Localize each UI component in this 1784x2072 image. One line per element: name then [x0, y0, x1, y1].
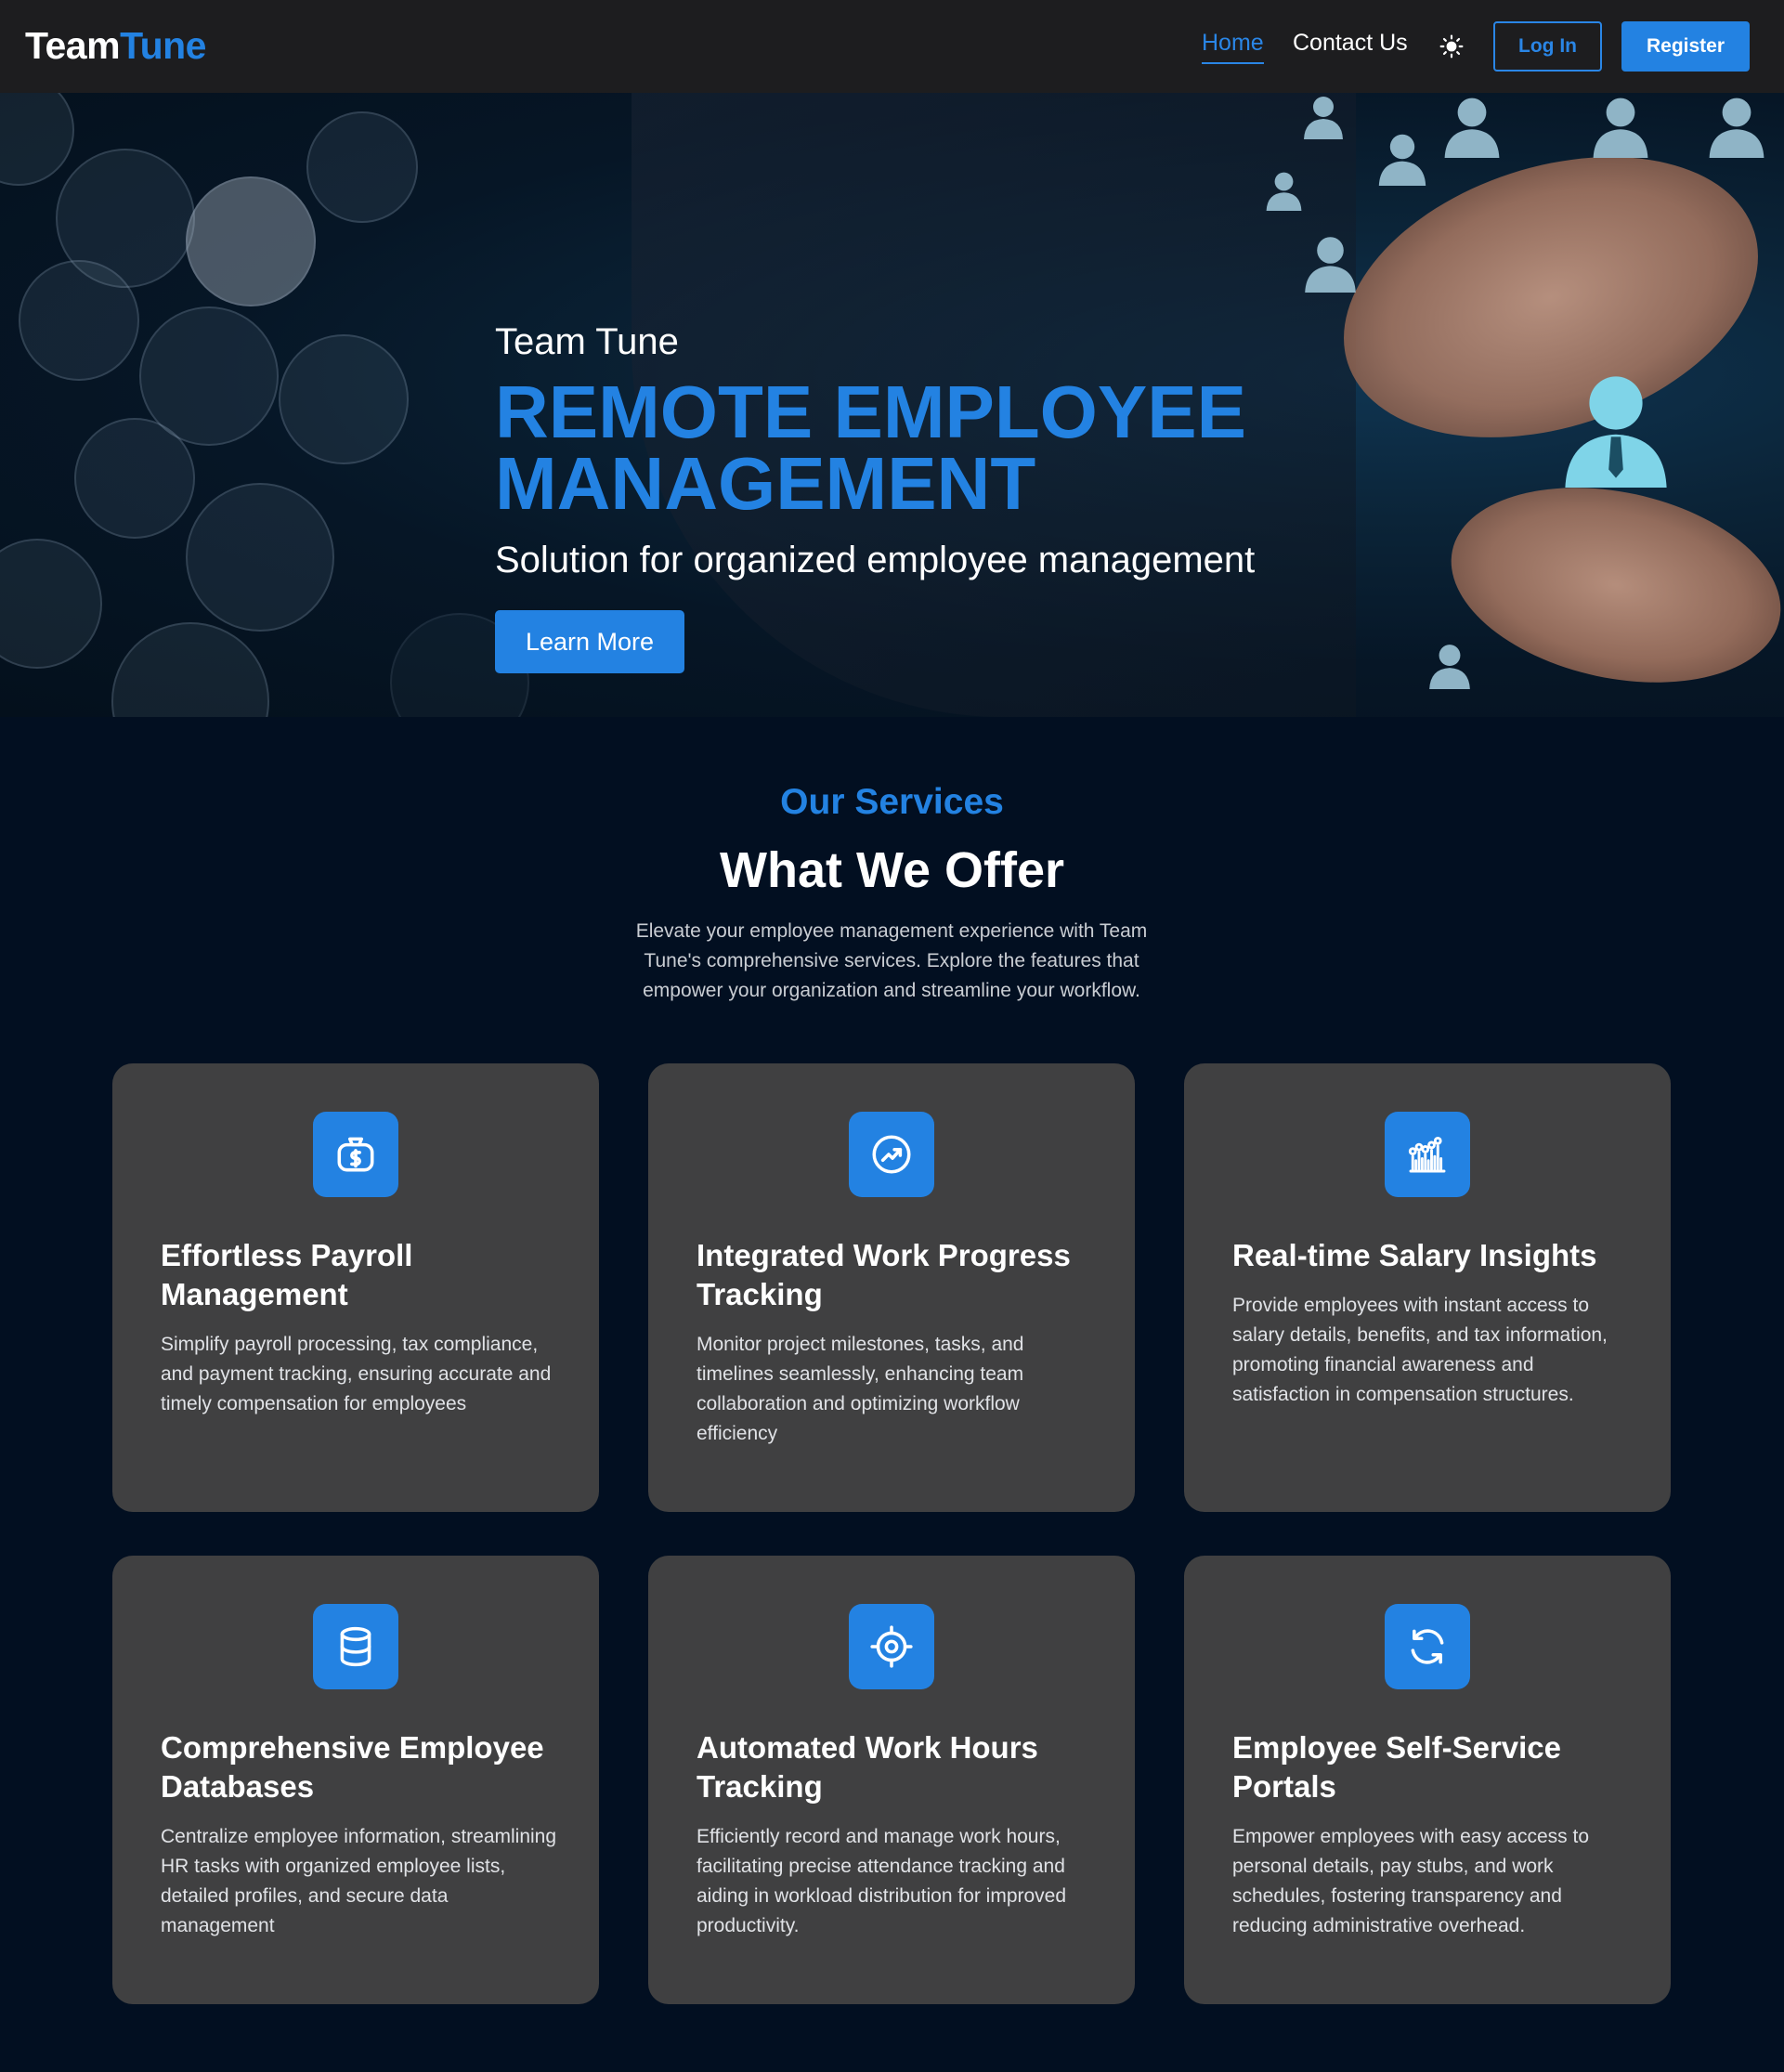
card-title: Integrated Work Progress Tracking	[697, 1238, 1071, 1311]
person-icon	[1709, 98, 1764, 158]
person-icon	[1565, 376, 1667, 488]
trending-up-icon	[872, 1135, 911, 1174]
person-icon	[1429, 645, 1470, 689]
hero-eyebrow: Team Tune	[495, 321, 679, 362]
brand-logo[interactable]: TeamTune	[25, 24, 206, 68]
login-button[interactable]: Log In	[1493, 21, 1602, 72]
service-card-hours: Automated Work Hours Tracking Efficientl…	[648, 1556, 1135, 2004]
service-card-database: Comprehensive Employee Databases Central…	[112, 1556, 599, 2004]
nav-link-home[interactable]: Home	[1202, 30, 1264, 64]
services-title: What We Offer	[719, 842, 1064, 898]
brand-part1: Team	[25, 24, 121, 67]
service-card-payroll: Effortless Payroll Management Simplify p…	[112, 1063, 599, 1512]
card-title: Effortless Payroll Management	[161, 1238, 413, 1311]
services-eyebrow: Our Services	[780, 782, 1004, 822]
database-icon	[340, 1626, 371, 1667]
learn-more-button[interactable]: Learn More	[495, 610, 684, 673]
service-card-self-service: Employee Self-Service Portals Empower em…	[1184, 1556, 1671, 2004]
service-card-progress: Integrated Work Progress Tracking Monito…	[648, 1063, 1135, 1512]
card-title: Automated Work Hours Tracking	[697, 1730, 1038, 1804]
person-icon	[1593, 98, 1648, 158]
person-icon	[1266, 172, 1302, 211]
hero-subtitle: Solution for organized employee manageme…	[495, 540, 1256, 580]
hero-title: REMOTE EMPLOYEE MANAGEMENT	[495, 371, 1246, 525]
person-icon	[1304, 97, 1343, 139]
target-icon	[870, 1625, 913, 1668]
money-bag-icon	[337, 1137, 374, 1172]
card-text: Empower employees with easy access to pe…	[1232, 1826, 1589, 1936]
card-icon-box	[313, 1604, 398, 1689]
card-icon-box	[1385, 1112, 1470, 1197]
service-card-salary: Real-time Salary Insights Provide employ…	[1184, 1063, 1671, 1512]
card-title: Comprehensive Employee Databases	[161, 1730, 544, 1804]
bar-chart-icon	[1408, 1136, 1446, 1173]
services-description: Elevate your employee management experie…	[635, 920, 1148, 1001]
nav-link-contact[interactable]: Contact Us	[1293, 30, 1408, 57]
card-text: Provide employees with instant access to…	[1232, 1295, 1608, 1405]
card-text: Efficiently record and manage work hours…	[697, 1826, 1067, 1936]
card-icon-box	[313, 1112, 398, 1197]
card-icon-box	[849, 1604, 934, 1689]
card-text: Simplify payroll processing, tax complia…	[161, 1334, 552, 1414]
card-text: Monitor project milestones, tasks, and t…	[697, 1334, 1024, 1444]
navbar: TeamTune Home Contact Us Log In Register	[0, 0, 1784, 93]
card-title: Employee Self-Service Portals	[1232, 1730, 1562, 1804]
sun-icon	[1439, 34, 1464, 59]
person-icon	[1444, 98, 1500, 158]
hero-section: Team Tune REMOTE EMPLOYEE MANAGEMENT Sol…	[0, 93, 1784, 717]
person-icon	[1305, 237, 1356, 293]
card-icon-box	[1385, 1604, 1470, 1689]
theme-toggle-button[interactable]	[1437, 32, 1466, 61]
card-icon-box	[849, 1112, 934, 1197]
card-title: Real-time Salary Insights	[1232, 1238, 1597, 1272]
register-button[interactable]: Register	[1621, 21, 1750, 72]
person-icon	[1378, 134, 1426, 186]
refresh-icon	[1411, 1629, 1444, 1664]
card-text: Centralize employee information, streaml…	[161, 1826, 557, 1936]
brand-part2: Tune	[120, 24, 206, 67]
